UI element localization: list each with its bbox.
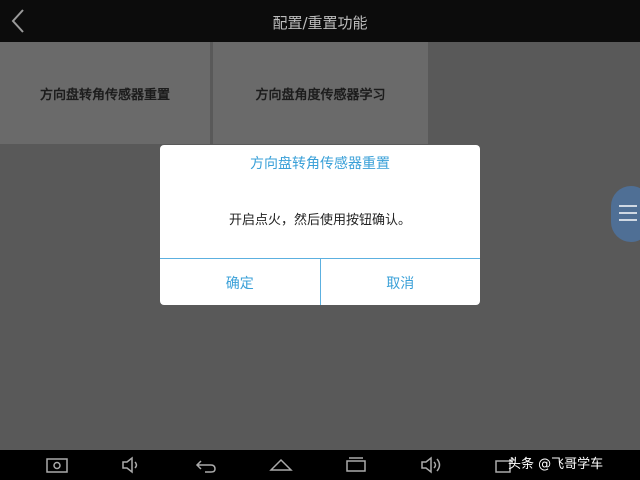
tile-label: 方向盘转角传感器重置 [39,87,170,103]
dialog-title: 方向盘转角传感器重置 [250,156,390,172]
cancel-button[interactable]: 取消 [319,259,481,305]
tile-steering-angle-reset[interactable]: 方向盘转角传感器重置 [0,42,210,144]
hamburger-menu-icon [619,205,637,221]
volume-up-icon[interactable] [418,455,444,475]
volume-down-icon[interactable] [118,455,144,475]
recent-apps-icon[interactable] [343,455,369,475]
page-title: 配置/重置功能 [272,14,368,32]
side-menu-button[interactable] [611,186,640,242]
screenshot-icon[interactable] [44,455,70,475]
dialog-message: 开启点火，然后使用按钮确认。 [228,213,411,228]
confirm-button[interactable]: 确定 [160,259,320,305]
dialog-button-row: 确定 取消 [160,258,480,305]
home-icon[interactable] [268,455,294,475]
title-bar: 配置/重置功能 [0,0,640,42]
tile-label: 方向盘角度传感器学习 [255,87,386,103]
confirm-dialog: 方向盘转角传感器重置 开启点火，然后使用按钮确认。 确定 取消 [160,145,480,305]
watermark-text: 头条 @飞哥学车 [508,457,604,472]
tile-steering-angle-learn[interactable]: 方向盘角度传感器学习 [213,42,428,144]
back-icon[interactable] [193,455,219,475]
